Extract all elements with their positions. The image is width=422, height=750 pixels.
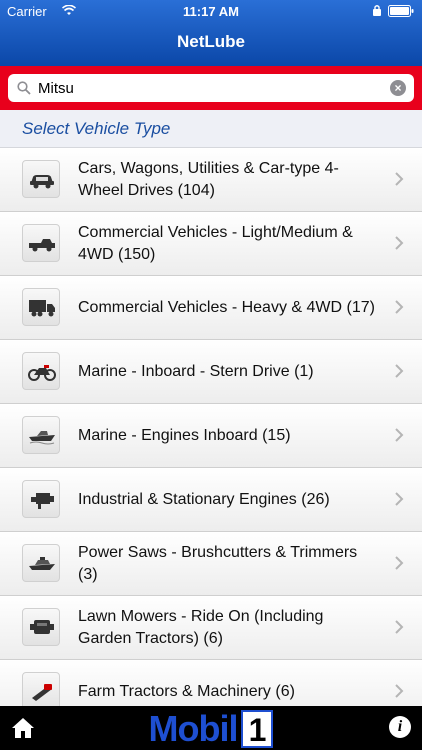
list-item-label: Marine - Engines Inboard (15) [78,427,291,444]
home-icon[interactable] [11,716,35,740]
search-icon [17,81,31,95]
logo-wordmark: Mobil [148,708,239,749]
status-bar: Carrier 11:17 AM [0,0,422,22]
list-item-label: Industrial & Stationary Engines (26) [78,491,330,508]
list-item-label: Cars, Wagons, Utilities & Car-type 4-Whe… [78,160,339,199]
list-item[interactable]: Commercial Vehicles - Light/Medium & 4WD… [0,212,422,276]
list-item-label: Lawn Mowers - Ride On (Including Garden … [78,608,324,647]
yacht-icon [22,544,60,582]
chevron-right-icon [395,620,404,634]
info-icon[interactable]: i [389,716,411,738]
list-item-label: Commercial Vehicles - Light/Medium & 4WD… [78,224,353,263]
vehicle-type-list: Cars, Wagons, Utilities & Car-type 4-Whe… [0,148,422,724]
chevron-right-icon [395,556,404,570]
chainsaw-icon [22,672,60,710]
battery-icon [388,5,414,17]
section-header: Select Vehicle Type [0,110,422,148]
top-bar: Carrier 11:17 AM NetLube [0,0,422,66]
list-item-label: Marine - Inboard - Stern Drive (1) [78,363,314,380]
chevron-right-icon [395,364,404,378]
chevron-right-icon [395,492,404,506]
chevron-right-icon [395,236,404,250]
search-box[interactable]: × [8,74,414,102]
status-time: 11:17 AM [183,4,239,19]
boat-icon [22,416,60,454]
chevron-right-icon [395,172,404,186]
list-item[interactable]: Industrial & Stationary Engines (26) [0,468,422,532]
list-item-label: Commercial Vehicles - Heavy & 4WD (17) [78,299,375,316]
list-item[interactable]: Marine - Engines Inboard (15) [0,404,422,468]
list-item[interactable]: Commercial Vehicles - Heavy & 4WD (17) [0,276,422,340]
heavy-truck-icon [22,288,60,326]
logo-number: 1 [241,710,274,748]
clear-icon[interactable]: × [390,80,406,96]
list-item[interactable]: Power Saws - Brushcutters & Trimmers (3) [0,532,422,596]
chevron-right-icon [395,684,404,698]
motorcycle-icon [22,352,60,390]
list-item-label: Power Saws - Brushcutters & Trimmers (3) [78,544,358,583]
car-icon [22,160,60,198]
search-bar: × [0,66,422,110]
list-item[interactable]: Lawn Mowers - Ride On (Including Garden … [0,596,422,660]
chevron-right-icon [395,300,404,314]
search-input[interactable] [38,77,378,99]
mobil-1-logo: Mobil 1 [122,708,300,750]
bottom-bar: Mobil 1 i [0,706,422,750]
engine-icon [22,480,60,518]
engine-block-icon [22,608,60,646]
rotation-lock-icon [373,5,381,16]
pickup-truck-icon [22,224,60,262]
section-title: Select Vehicle Type [22,119,171,138]
list-item[interactable]: Marine - Inboard - Stern Drive (1) [0,340,422,404]
page-title: NetLube [177,32,245,51]
chevron-right-icon [395,428,404,442]
list-item[interactable]: Cars, Wagons, Utilities & Car-type 4-Whe… [0,148,422,212]
